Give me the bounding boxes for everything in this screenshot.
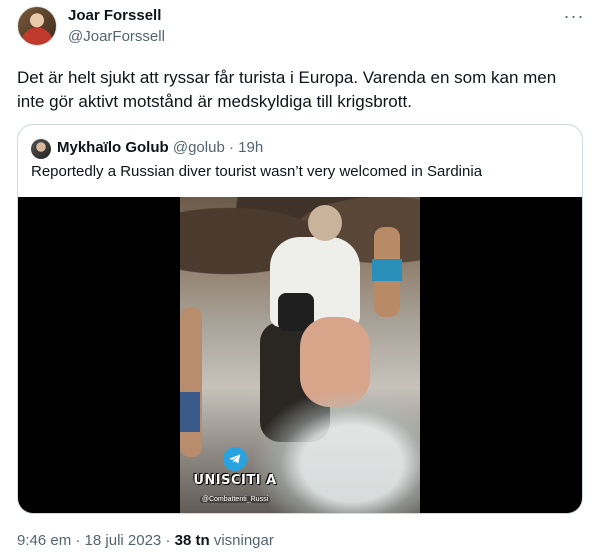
footer-separator: · <box>161 532 175 549</box>
more-horizontal-icon: ··· <box>563 5 585 26</box>
more-options-button[interactable]: ··· <box>562 6 586 26</box>
quoted-author-name: Mykhaïlo Golub <box>57 139 169 156</box>
video-scene-child-shorts <box>180 392 200 432</box>
views-count: 38 tn <box>174 532 210 549</box>
video-player[interactable]: UNISCITI A @Combattenti_Russi <box>18 197 582 513</box>
author-handle[interactable]: @JoarForssell <box>68 28 165 45</box>
quoted-author-avatar <box>31 139 51 159</box>
tweet-footer: 9:46 em · 18 juli 2023 · 38 tn visningar <box>17 532 274 549</box>
watermark-brand: UNISCITI A <box>193 473 277 488</box>
quoted-tweet-card[interactable]: Mykhaïlo Golub @golub · 19h Reportedly a… <box>17 124 583 514</box>
quoted-tweet-time: 19h <box>238 139 264 156</box>
quoted-tweet-header: Mykhaïlo Golub @golub · 19h <box>57 139 263 156</box>
quoted-meta-separator: · <box>224 139 239 156</box>
tweet-text: Det är helt sjukt att ryssar får turista… <box>17 68 557 111</box>
views-label: visningar <box>213 532 274 549</box>
tweet-time[interactable]: 9:46 em <box>17 532 71 549</box>
tweet-date[interactable]: 18 juli 2023 <box>85 532 162 549</box>
video-scene-child <box>180 307 202 457</box>
author-name[interactable]: Joar Forssell <box>68 7 161 24</box>
quoted-tweet-text: Reportedly a Russian diver tourist wasn’… <box>31 163 483 180</box>
video-scene-bystander-shorts <box>372 259 402 281</box>
footer-separator: · <box>71 532 85 549</box>
video-scene-person-head <box>308 205 342 241</box>
video-watermark: UNISCITI A @Combattenti_Russi <box>190 447 280 506</box>
watermark-subtitle: @Combattenti_Russi <box>199 496 271 503</box>
video-frame: UNISCITI A @Combattenti_Russi <box>180 197 420 513</box>
quoted-author-handle: @golub <box>172 139 225 156</box>
telegram-icon <box>223 447 247 471</box>
author-avatar[interactable] <box>17 6 57 46</box>
